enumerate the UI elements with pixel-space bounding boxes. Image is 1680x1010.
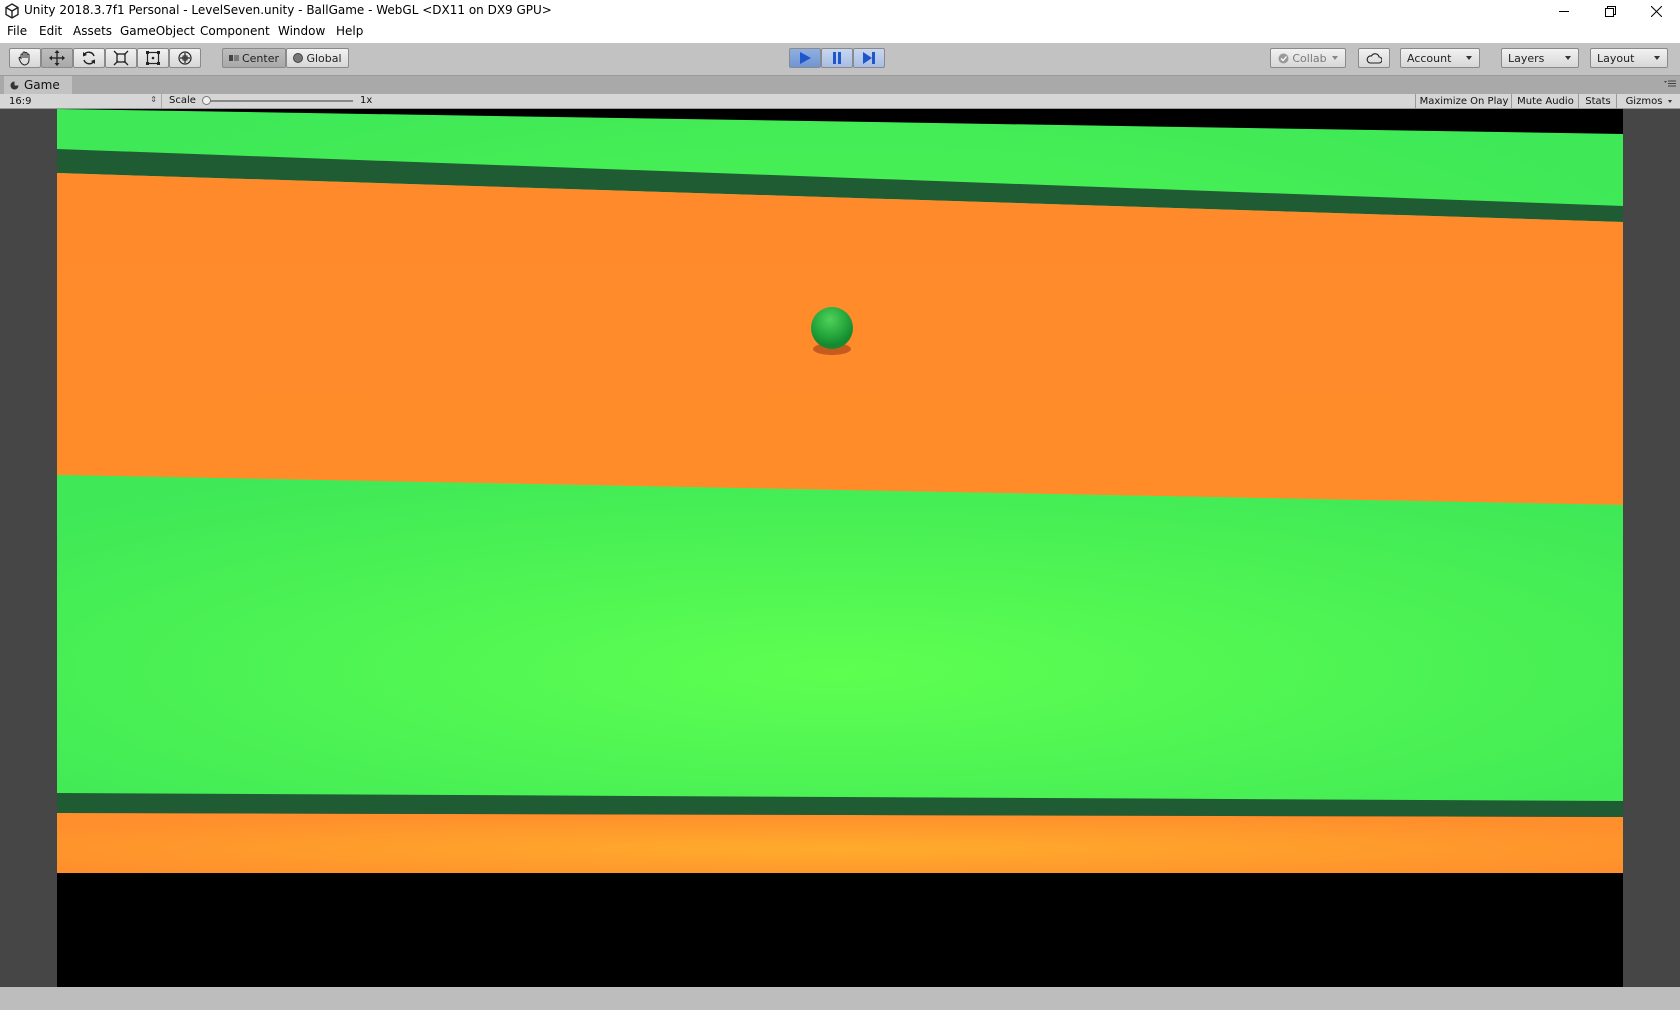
pause-icon — [833, 52, 841, 64]
pause-button[interactable] — [821, 48, 853, 68]
dropdown-arrow-icon — [1654, 56, 1660, 60]
step-icon — [863, 52, 875, 64]
transform-tool-button[interactable] — [169, 48, 201, 68]
account-label: Account — [1407, 51, 1452, 65]
close-icon — [1650, 5, 1662, 17]
maximize-on-play-toggle[interactable]: Maximize On Play — [1415, 94, 1512, 108]
scale-slider-thumb[interactable] — [202, 96, 211, 105]
menu-gameobject[interactable]: GameObject — [120, 24, 195, 38]
account-dropdown[interactable]: Account — [1400, 48, 1480, 68]
collab-label: Collab — [1292, 51, 1327, 65]
rotate-tool-icon — [83, 51, 95, 65]
rotate-tool-button[interactable] — [73, 48, 105, 68]
orange-track-bottom — [57, 813, 1623, 873]
move-tool-icon — [49, 50, 65, 66]
cloud-button[interactable] — [1358, 48, 1390, 68]
restore-button[interactable] — [1587, 0, 1633, 22]
restore-icon — [1604, 5, 1616, 17]
pivot-icon — [228, 55, 239, 61]
aspect-label: 16:9 — [9, 95, 32, 107]
scale-tool-button[interactable] — [105, 48, 137, 68]
status-bar — [0, 987, 1680, 1010]
rect-tool-icon — [146, 51, 160, 65]
hand-tool-button[interactable] — [9, 48, 41, 68]
dropdown-arrow-icon — [1668, 99, 1673, 103]
menu-bar: File Edit Assets GameObject Component Wi… — [0, 22, 1680, 43]
aspect-ratio-dropdown[interactable]: 16:9 ⇕ — [2, 94, 162, 108]
stats-label: Stats — [1585, 95, 1611, 107]
menu-help[interactable]: Help — [336, 24, 363, 38]
menu-assets[interactable]: Assets — [73, 24, 112, 38]
cloud-icon — [1366, 52, 1382, 64]
space-label: Global — [306, 51, 342, 65]
step-button[interactable] — [853, 48, 885, 68]
title-bar: Unity 2018.3.7f1 Personal - LevelSeven.u… — [0, 0, 1680, 22]
checkmark-icon — [1278, 53, 1289, 63]
layout-label: Layout — [1597, 51, 1635, 65]
globe-icon — [293, 53, 304, 63]
pivot-label: Center — [241, 51, 280, 65]
menu-file[interactable]: File — [7, 24, 27, 38]
game-render[interactable] — [57, 109, 1623, 987]
updown-arrows-icon: ⇕ — [150, 95, 157, 104]
collab-dropdown[interactable]: Collab — [1270, 48, 1346, 68]
minimize-button[interactable] — [1541, 0, 1587, 22]
scale-slider-track[interactable] — [205, 100, 353, 102]
dropdown-arrow-icon — [1466, 56, 1472, 60]
unity-logo-icon — [5, 3, 19, 19]
green-track-middle — [57, 475, 1623, 801]
game-controller-icon — [10, 81, 19, 89]
panel-tab-row: Game — [0, 76, 1680, 94]
layers-dropdown[interactable]: Layers — [1501, 48, 1579, 68]
scale-value: 1x — [360, 95, 373, 106]
main-toolbar: Center Global Collab Account Layers Layo… — [0, 43, 1680, 76]
play-icon — [800, 52, 811, 64]
mute-audio-toggle[interactable]: Mute Audio — [1511, 94, 1579, 108]
tab-game[interactable]: Game — [4, 76, 72, 94]
hand-tool-icon — [18, 51, 30, 66]
space-global-toggle[interactable]: Global — [286, 48, 349, 68]
scale-label: Scale — [169, 95, 196, 106]
stats-toggle[interactable]: Stats — [1578, 94, 1617, 108]
maximize-on-play-label: Maximize On Play — [1419, 95, 1509, 107]
menu-component[interactable]: Component — [200, 24, 270, 38]
pivot-center-toggle[interactable]: Center — [222, 48, 286, 68]
dropdown-arrow-icon — [1331, 56, 1338, 60]
minimize-icon — [1558, 10, 1569, 12]
gizmos-dropdown[interactable]: Gizmos — [1616, 94, 1680, 108]
gizmos-label: Gizmos — [1625, 95, 1663, 107]
rect-tool-button[interactable] — [137, 48, 169, 68]
player-ball — [811, 307, 853, 349]
mute-audio-label: Mute Audio — [1517, 95, 1574, 107]
game-control-bar: 16:9 ⇕ Scale 1x Maximize On Play Mute Au… — [0, 94, 1680, 109]
window-title: Unity 2018.3.7f1 Personal - LevelSeven.u… — [24, 3, 552, 17]
play-button[interactable] — [789, 48, 821, 68]
dropdown-arrow-icon — [1565, 56, 1571, 60]
panel-menu-icon[interactable] — [1664, 79, 1676, 88]
layers-label: Layers — [1508, 51, 1545, 65]
tab-game-label: Game — [24, 78, 60, 92]
layout-dropdown[interactable]: Layout — [1590, 48, 1668, 68]
menu-edit[interactable]: Edit — [39, 24, 62, 38]
scale-tool-icon — [113, 50, 129, 66]
menu-window[interactable]: Window — [278, 24, 325, 38]
transform-tool-icon — [178, 51, 192, 65]
close-button[interactable] — [1633, 0, 1679, 22]
move-tool-button[interactable] — [41, 48, 73, 68]
game-viewport[interactable] — [0, 109, 1680, 987]
